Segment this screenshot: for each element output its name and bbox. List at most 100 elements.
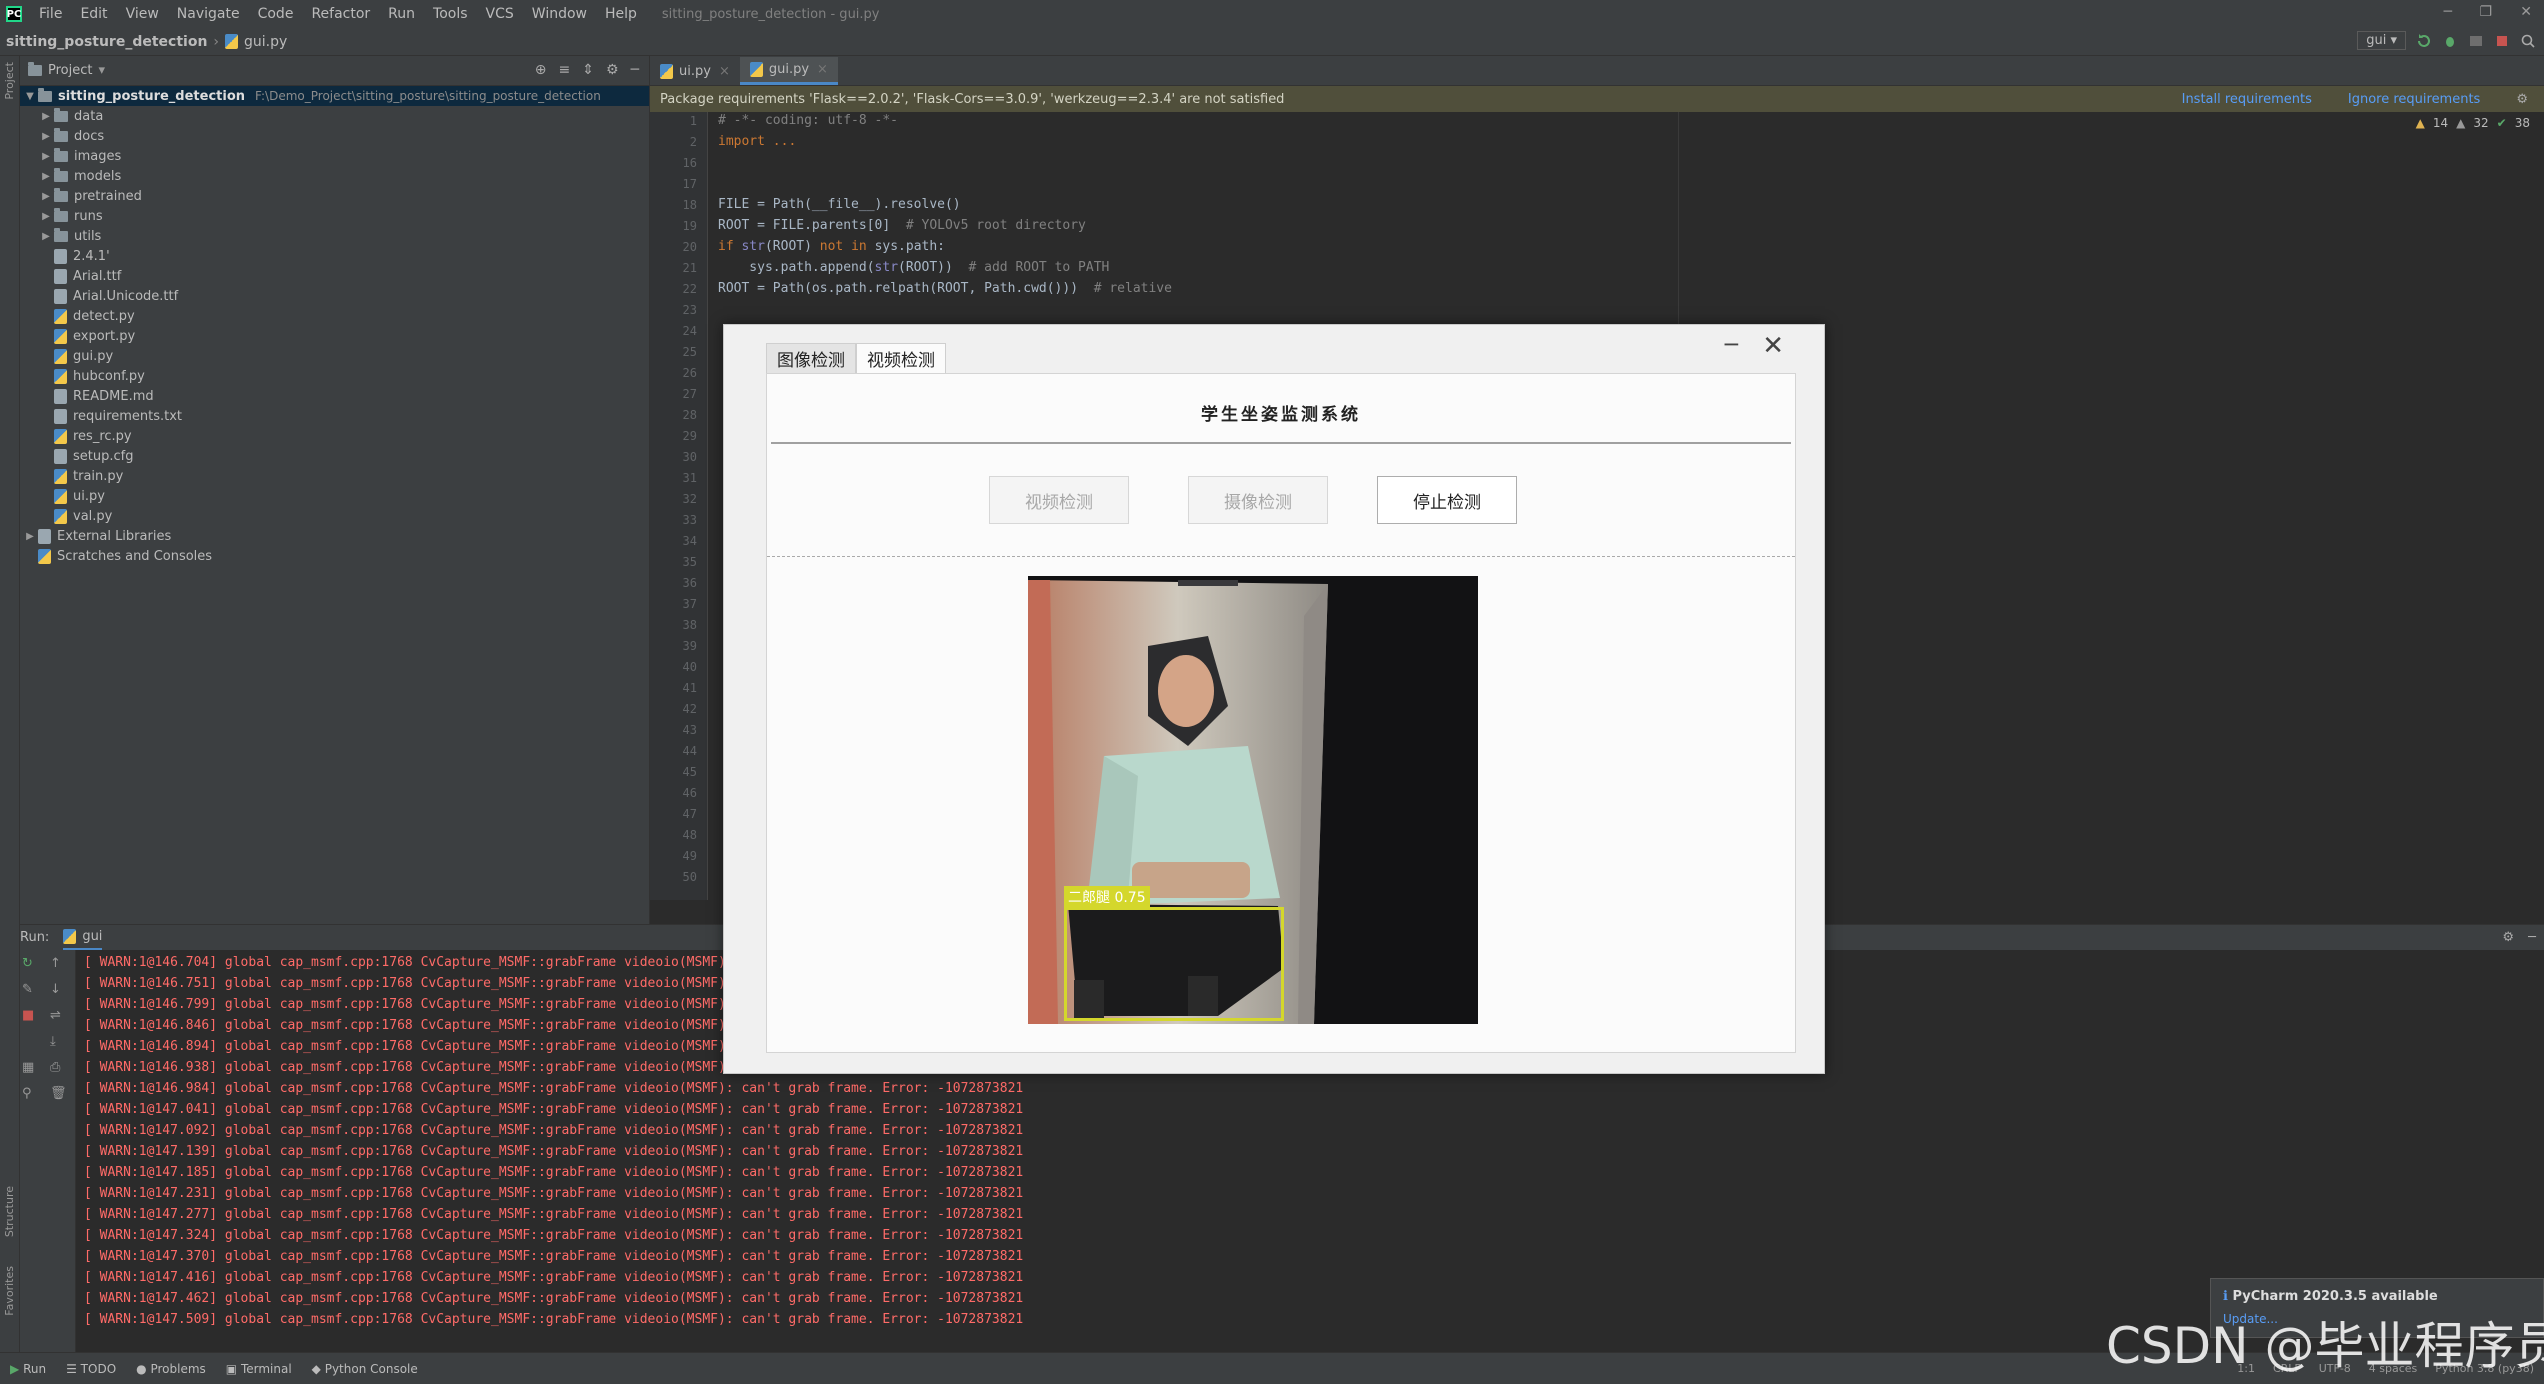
bottom-tab-terminal[interactable]: ▣ Terminal (226, 1362, 292, 1376)
chevron-right-icon[interactable]: ▶ (38, 151, 54, 162)
menu-refactor[interactable]: Refactor (311, 6, 370, 22)
tree-folder[interactable]: ▶ docs (20, 126, 649, 146)
tree-file[interactable]: Arial.ttf (20, 266, 649, 286)
minimize-window-icon[interactable]: ─ (2444, 4, 2452, 20)
tree-file[interactable]: hubconf.py (20, 366, 649, 386)
project-panel-title[interactable]: Project (48, 63, 92, 78)
coverage-icon[interactable] (2468, 33, 2484, 49)
restore-window-icon[interactable]: ❐ (2479, 4, 2492, 20)
install-requirements-link[interactable]: Install requirements (2182, 92, 2312, 107)
chevron-down-icon[interactable]: ▾ (98, 63, 105, 78)
tree-file[interactable]: detect.py (20, 306, 649, 326)
tree-folder[interactable]: ▶ pretrained (20, 186, 649, 206)
hide-panel-icon[interactable]: ─ (2528, 930, 2536, 945)
tree-file[interactable]: requirements.txt (20, 406, 649, 426)
tree-folder[interactable]: ▶ models (20, 166, 649, 186)
scroll-to-end-icon[interactable]: ⤓ (50, 1034, 56, 1049)
expand-all-icon[interactable]: ≡ (559, 62, 571, 78)
tree-folder[interactable]: ▶ data (20, 106, 649, 126)
project-tool-button[interactable]: Project (3, 62, 16, 100)
ignore-requirements-link[interactable]: Ignore requirements (2348, 92, 2480, 107)
structure-tool-button[interactable]: Structure (3, 1186, 16, 1237)
bottom-tab-run[interactable]: ▶ Run (10, 1362, 46, 1376)
tree-folder[interactable]: ▶ images (20, 146, 649, 166)
run-config-selector[interactable]: gui ▾ (2357, 31, 2406, 50)
up-arrow-icon[interactable]: ↑ (50, 956, 61, 971)
menu-code[interactable]: Code (258, 6, 294, 22)
trash-icon[interactable]: 🗑 (50, 1086, 67, 1101)
tree-file[interactable]: train.py (20, 466, 649, 486)
menu-run[interactable]: Run (388, 6, 415, 22)
bottom-tab-python-console[interactable]: ◆ Python Console (312, 1362, 418, 1376)
collapse-all-icon[interactable]: ⇕ (582, 62, 594, 78)
gear-icon[interactable]: ⚙ (606, 62, 619, 78)
print-icon[interactable]: ⎙ (50, 1060, 60, 1075)
breadcrumb-project[interactable]: sitting_posture_detection (6, 34, 207, 50)
menu-vcs[interactable]: VCS (486, 6, 514, 22)
gear-icon[interactable]: ⚙ (2502, 930, 2514, 945)
gear-icon[interactable]: ⚙ (2516, 92, 2528, 107)
minimize-icon[interactable]: ─ (1725, 333, 1738, 358)
tab-gui-py[interactable]: gui.py × (739, 57, 838, 85)
wrench-icon[interactable]: ✎ (22, 982, 33, 997)
inspection-widget[interactable]: ▲ 14 ▲ 32 ✔ 38 (2416, 116, 2530, 130)
stop-icon[interactable]: ■ (22, 1008, 34, 1023)
hide-panel-icon[interactable]: ─ (631, 62, 639, 78)
rerun-icon[interactable]: ↻ (22, 956, 33, 971)
stop-detect-button[interactable]: 停止检测 (1377, 476, 1517, 524)
tab-ui-py[interactable]: ui.py × (650, 57, 740, 85)
menu-window[interactable]: Window (532, 6, 587, 22)
stop-icon[interactable] (2494, 33, 2510, 49)
tree-root[interactable]: ▼ sitting_posture_detection F:\Demo_Proj… (20, 86, 649, 106)
menu-file[interactable]: File (39, 6, 62, 22)
tree-file[interactable]: res_rc.py (20, 426, 649, 446)
rerun-icon[interactable] (2416, 33, 2432, 49)
close-icon[interactable]: × (817, 62, 828, 77)
layout-icon[interactable]: ▦ (22, 1060, 34, 1075)
locate-file-icon[interactable]: ⊕ (535, 62, 547, 78)
import-folded[interactable]: import ... (718, 134, 796, 149)
tree-file[interactable]: Arial.Unicode.ttf (20, 286, 649, 306)
chevron-right-icon[interactable]: ▶ (38, 191, 54, 202)
close-icon[interactable]: × (719, 64, 730, 79)
tree-file[interactable]: export.py (20, 326, 649, 346)
tab-video-detection[interactable]: 视频检测 (856, 343, 946, 373)
tree-scratches[interactable]: Scratches and Consoles (20, 546, 649, 566)
tree-file[interactable]: val.py (20, 506, 649, 526)
tree-file[interactable]: ui.py (20, 486, 649, 506)
chevron-right-icon[interactable]: ▶ (38, 231, 54, 242)
menu-tools[interactable]: Tools (433, 6, 468, 22)
close-icon[interactable]: ✕ (1762, 331, 1784, 361)
tree-file[interactable]: README.md (20, 386, 649, 406)
menu-view[interactable]: View (126, 6, 159, 22)
menu-help[interactable]: Help (605, 6, 637, 22)
chevron-right-icon[interactable]: ▶ (38, 171, 54, 182)
tree-file[interactable]: 2.4.1' (20, 246, 649, 266)
chevron-right-icon[interactable]: ▶ (22, 531, 38, 542)
tab-image-detection[interactable]: 图像检测 (766, 343, 856, 373)
chevron-down-icon[interactable]: ▼ (22, 91, 38, 102)
down-arrow-icon[interactable]: ↓ (50, 982, 61, 997)
tree-file[interactable]: setup.cfg (20, 446, 649, 466)
tree-file[interactable]: gui.py (20, 346, 649, 366)
camera-detect-button[interactable]: 摄像检测 (1188, 476, 1328, 524)
tree-folder[interactable]: ▶ utils (20, 226, 649, 246)
chevron-right-icon[interactable]: ▶ (38, 111, 54, 122)
run-tab-gui[interactable]: gui (63, 926, 103, 950)
chevron-right-icon[interactable]: ▶ (38, 131, 54, 142)
favorites-tool-button[interactable]: Favorites (3, 1266, 16, 1316)
menu-navigate[interactable]: Navigate (177, 6, 240, 22)
close-window-icon[interactable]: ✕ (2520, 4, 2532, 20)
debug-icon[interactable] (2442, 33, 2458, 49)
soft-wrap-icon[interactable]: ⇌ (50, 1008, 61, 1023)
search-everywhere-icon[interactable] (2520, 33, 2536, 49)
tree-external-libraries[interactable]: ▶ External Libraries (20, 526, 649, 546)
bottom-tab-problems[interactable]: ● Problems (136, 1362, 206, 1376)
tree-folder[interactable]: ▶ runs (20, 206, 649, 226)
menu-edit[interactable]: Edit (80, 6, 107, 22)
bottom-tab-todo[interactable]: ☰ TODO (66, 1362, 116, 1376)
pin-icon[interactable]: ⚲ (22, 1086, 32, 1101)
chevron-right-icon[interactable]: ▶ (38, 211, 54, 222)
breadcrumb-file[interactable]: gui.py (244, 34, 287, 50)
video-detect-button[interactable]: 视频检测 (989, 476, 1129, 524)
